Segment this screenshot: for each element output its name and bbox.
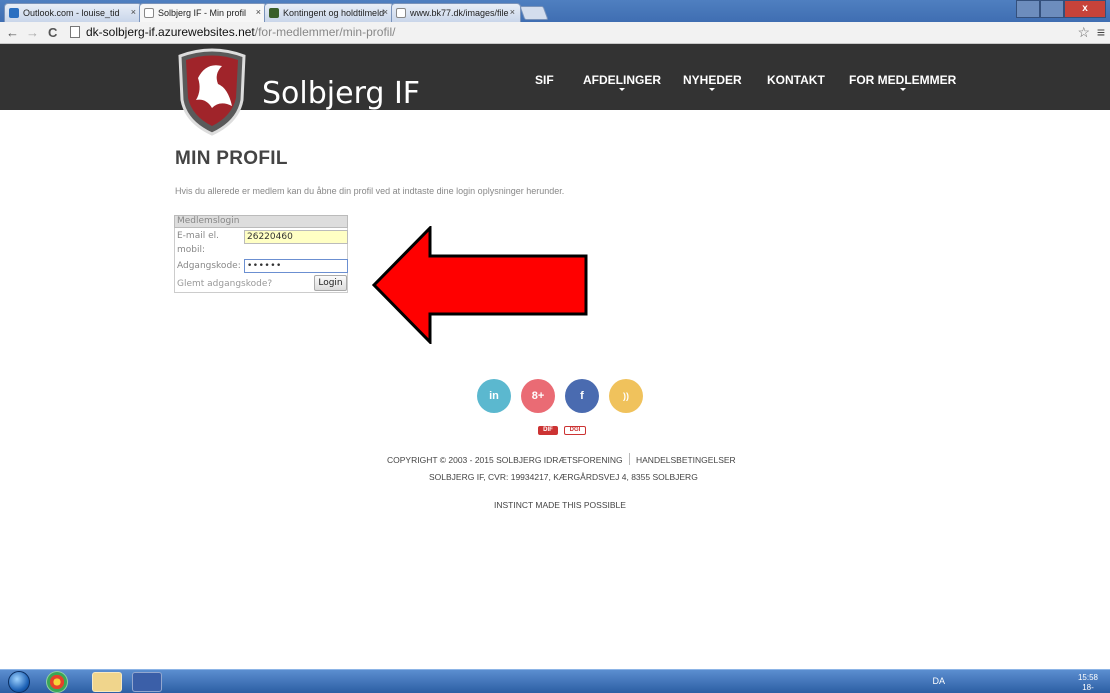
dif-logo[interactable]: DIF — [538, 426, 558, 435]
credit-link[interactable]: INSTINCT MADE THIS POSSIBLE — [494, 500, 626, 510]
address-bar: ← → C dk-solbjerg-if.azurewebsites.net/f… — [0, 22, 1110, 44]
linkedin-icon[interactable]: in — [477, 379, 511, 413]
nav-nyheder[interactable]: NYHEDER — [683, 73, 742, 91]
close-tab-icon[interactable]: × — [383, 7, 388, 17]
chrome-icon[interactable] — [46, 671, 68, 693]
menu-icon[interactable]: ≡ — [1097, 24, 1105, 40]
nav-for-medlemmer[interactable]: FOR MEDLEMMER — [849, 73, 957, 91]
email-field[interactable]: 26220460 — [244, 230, 348, 244]
red-arrow-annotation — [372, 226, 588, 344]
tab-title: www.bk77.dk/images/file — [410, 8, 509, 18]
nav-label: AFDELINGER — [583, 73, 661, 87]
login-button[interactable]: Login — [314, 275, 347, 291]
bookmark-star-icon[interactable]: ☆ — [1077, 24, 1090, 41]
email-label: E-mail el. — [177, 231, 219, 241]
user-icon[interactable] — [1016, 0, 1040, 18]
page-title: MIN PROFIL — [175, 148, 288, 169]
address-text: SOLBJERG IF, CVR: 19934217, KÆRGÅRDSVEJ … — [429, 472, 698, 482]
clock[interactable]: 15:58 18-06-2015 — [1078, 673, 1098, 693]
word-icon[interactable] — [132, 672, 162, 692]
caret-down-icon — [619, 88, 625, 91]
footer-divider — [629, 453, 630, 465]
password-field[interactable]: •••••• — [244, 259, 348, 273]
clock-date: 18-06-2015 — [1082, 683, 1094, 692]
club-logo[interactable] — [176, 48, 248, 136]
caret-down-icon — [709, 88, 716, 91]
terms-link[interactable]: HANDELSBETINGELSER — [636, 455, 736, 465]
forward-icon[interactable]: → — [26, 25, 39, 40]
reload-icon[interactable]: C — [48, 25, 57, 40]
password-label: Adgangskode: — [177, 261, 241, 271]
nav-afdelinger[interactable]: AFDELINGER — [583, 73, 661, 91]
login-heading: Medlemslogin — [174, 215, 348, 228]
clock-time: 15:58 — [1077, 673, 1098, 682]
page-icon — [144, 8, 154, 18]
explorer-folder-icon[interactable] — [92, 672, 122, 692]
start-button-icon[interactable] — [8, 671, 30, 693]
window-controls: x — [1016, 0, 1106, 18]
new-tab-button[interactable] — [519, 6, 549, 20]
tab-title: Solbjerg IF - Min profil — [158, 8, 247, 18]
url-host: dk-solbjerg-if.azurewebsites.net — [86, 25, 255, 39]
forgot-password-link[interactable]: Glemt adgangskode? — [177, 279, 272, 289]
tab-title: Outlook.com - louise_tid — [23, 8, 120, 18]
close-tab-icon[interactable]: × — [510, 7, 515, 17]
nav-label: FOR MEDLEMMER — [849, 73, 957, 87]
email-label-line2: mobil: — [177, 245, 206, 255]
close-tab-icon[interactable]: × — [131, 7, 136, 17]
windows-taskbar: DA 15:58 18-06-2015 — [0, 669, 1110, 693]
nav-label: SIF — [535, 73, 554, 87]
url-path: /for-medlemmer/min-profil/ — [254, 25, 396, 39]
page-icon — [70, 26, 80, 38]
language-indicator[interactable]: DA — [932, 676, 945, 686]
url-field[interactable]: dk-solbjerg-if.azurewebsites.net/for-med… — [66, 24, 1066, 41]
tab-kontingent[interactable]: Kontingent og holdtilmeld × — [264, 3, 394, 22]
nav-label: NYHEDER — [683, 73, 742, 87]
minimize-button[interactable] — [1040, 0, 1064, 18]
tab-outlook[interactable]: Outlook.com - louise_tid × — [4, 3, 142, 22]
facebook-icon[interactable]: f — [565, 379, 599, 413]
outlook-icon — [9, 8, 19, 18]
page-icon — [396, 8, 406, 18]
dgi-logo[interactable]: DGI — [564, 426, 586, 435]
close-tab-icon[interactable]: × — [256, 7, 261, 17]
tab-solbjerg[interactable]: Solbjerg IF - Min profil × — [139, 3, 267, 22]
rss-icon[interactable]: )) — [609, 379, 643, 413]
browser-tab-bar: Outlook.com - louise_tid × Solbjerg IF -… — [0, 0, 1110, 22]
back-icon[interactable]: ← — [6, 25, 19, 40]
site-icon — [269, 8, 279, 18]
nav-sif[interactable]: SIF — [535, 73, 554, 87]
tab-bk77[interactable]: www.bk77.dk/images/file × — [391, 3, 521, 22]
close-window-button[interactable]: x — [1064, 0, 1106, 18]
caret-down-icon — [899, 88, 906, 91]
brand-name[interactable]: Solbjerg IF — [262, 76, 420, 111]
login-form: E-mail el. mobil: 26220460 Adgangskode: … — [174, 228, 348, 293]
googleplus-icon[interactable]: 8+ — [521, 379, 555, 413]
nav-label: KONTAKT — [767, 73, 825, 87]
tab-title: Kontingent og holdtilmeld — [283, 8, 385, 18]
nav-kontakt[interactable]: KONTAKT — [767, 73, 825, 87]
member-login-box: Medlemslogin E-mail el. mobil: 26220460 … — [174, 215, 348, 293]
copyright-text: COPYRIGHT © 2003 - 2015 SOLBJERG IDRÆTSF… — [387, 455, 623, 465]
intro-text: Hvis du allerede er medlem kan du åbne d… — [175, 186, 565, 196]
